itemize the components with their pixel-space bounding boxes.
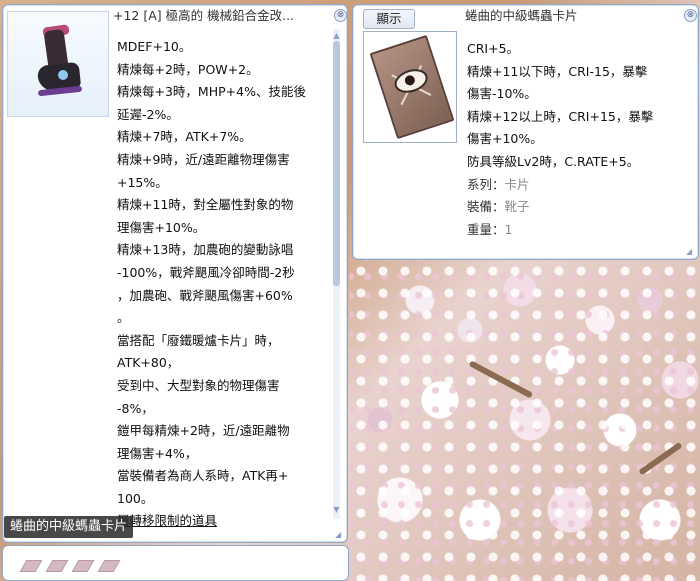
item-description: MDEF+10。精煉每+2時，POW+2。精煉每+3時，MHP+4%、技能後 延遲… <box>117 36 306 533</box>
meta-row: 重量：1 <box>467 219 653 242</box>
hover-item-name: 蜷曲的中級螞蟲卡片 <box>4 516 134 538</box>
description-line: 精煉+13時，加農砲的變動詠唱 <box>117 242 294 258</box>
chat-tab-icon[interactable] <box>97 560 121 572</box>
meta-separator: ： <box>492 221 505 237</box>
resize-grip-icon[interactable]: ◢ <box>686 247 695 256</box>
meta-label: 系列 <box>467 176 493 192</box>
meta-value: 1 <box>504 221 513 237</box>
item-image <box>7 11 109 117</box>
description-line: 精煉每+3時，MHP+4%、技能後 <box>117 84 306 100</box>
meta-label: 重量 <box>467 221 493 237</box>
cherry-blossom-layer <box>350 260 700 581</box>
description-line: 精煉+9時，近/遠距離物理傷害 <box>117 151 290 167</box>
description-line: 防具等級Lv2時，C.RATE+5。 <box>467 153 640 169</box>
description-line: +15%。 <box>117 174 168 190</box>
card-title: 蜷曲的中級螞蟲卡片 <box>465 8 578 23</box>
description-line: 當搭配「廢鐵暖爐卡片」時， <box>117 332 280 348</box>
meta-value: 卡片 <box>504 176 530 192</box>
card-eye-icon <box>369 34 455 140</box>
description-line: 鎧甲每精煉+2時，近/遠距離物 <box>117 423 290 439</box>
meta-row: 系列：卡片 <box>467 174 653 197</box>
description-line[interactable]: 屬轉移限制的道具 <box>117 510 306 533</box>
display-tab[interactable]: 顯示 <box>363 9 415 29</box>
description-line: 精煉+11以下時，CRI-15，暴擊 <box>467 63 648 79</box>
description-line: 精煉+7時，ATK+7%。 <box>117 129 252 145</box>
description-line: 延遲-2%。 <box>117 106 179 122</box>
card-description: CRI+5。精煉+11以下時，CRI-15，暴擊 傷害-10%。精煉+12以上時，… <box>467 38 653 241</box>
description-line: 傷害+10%。 <box>467 131 543 147</box>
description-line: 。 <box>117 310 130 326</box>
close-icon[interactable]: ⊗ <box>334 9 347 22</box>
scroll-up-icon[interactable]: ▲ <box>332 31 341 40</box>
scroll-down-icon[interactable]: ▼ <box>332 505 341 514</box>
description-line: 傷害-10%。 <box>467 86 537 102</box>
scrollbar[interactable]: ▲ ▼ <box>333 29 340 519</box>
meta-row: 裝備：靴子 <box>467 196 653 219</box>
description-line: 理傷害+10%。 <box>117 219 206 235</box>
meta-separator: ： <box>492 199 505 215</box>
description-line: 精煉+11時，對全屬性對象的物 <box>117 197 294 213</box>
description-line: -8%， <box>117 400 154 416</box>
description-line: 當裝備者為商人系時，ATK再+ <box>117 468 289 484</box>
meta-separator: ： <box>492 176 505 192</box>
description-line: CRI+5。 <box>467 41 520 56</box>
description-line: 100。 <box>117 490 154 506</box>
card-image <box>363 31 457 143</box>
card-info-window[interactable]: 顯示 蜷曲的中級螞蟲卡片 ⊗ CRI+5。精煉+11以下時，CRI-15，暴擊傷… <box>352 4 699 260</box>
description-line: ATK+80， <box>117 355 180 371</box>
meta-label: 裝備 <box>467 199 493 215</box>
description-line: -100%，戰斧颶風冷卻時間-2秒 <box>117 264 295 280</box>
item-title: +12 [A] 極高的 機械鉛合金改... <box>113 8 295 23</box>
chat-tab-icon[interactable] <box>71 560 95 572</box>
description-line: MDEF+10。 <box>117 39 192 54</box>
item-info-window[interactable]: +12 [A] 極高的 機械鉛合金改... ⊗ MDEF+10。精煉每+2時，P… <box>2 4 348 543</box>
description-line: ，加農砲、戰斧颶風傷害+60% <box>117 287 293 303</box>
resize-grip-icon[interactable]: ◢ <box>335 530 344 539</box>
description-line: 理傷害+4%， <box>117 445 198 461</box>
scroll-thumb[interactable] <box>333 41 340 286</box>
description-line: 精煉+12以上時，CRI+15，暴擊 <box>467 108 654 124</box>
close-icon[interactable]: ⊗ <box>684 9 697 22</box>
meta-value: 靴子 <box>504 199 530 215</box>
chat-bar[interactable] <box>2 545 349 581</box>
description-line: 精煉每+2時，POW+2。 <box>117 61 259 77</box>
chat-tab-icon[interactable] <box>19 560 43 572</box>
chat-tab-icon[interactable] <box>45 560 69 572</box>
description-line: 受到中、大型對象的物理傷害 <box>117 377 280 393</box>
